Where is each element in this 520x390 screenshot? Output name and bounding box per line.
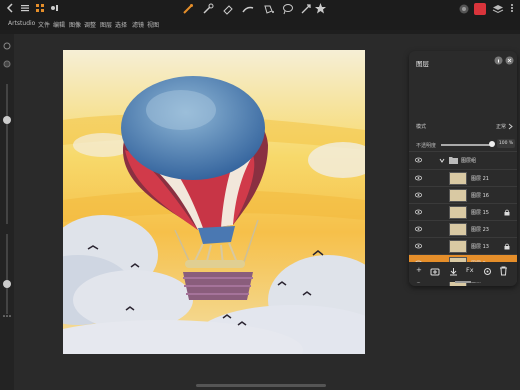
eye-icon[interactable]	[415, 157, 422, 163]
layer-row[interactable]: 图层 13	[409, 237, 517, 254]
eraser-icon[interactable]	[222, 3, 234, 15]
close-icon[interactable]	[505, 56, 514, 65]
layer-thumbnail	[449, 223, 467, 236]
folder-icon	[449, 157, 458, 164]
menu-item[interactable]: 图层	[100, 20, 112, 29]
settings-icon[interactable]	[483, 267, 492, 276]
opacity-slider[interactable]	[6, 234, 8, 314]
home-indicator	[196, 384, 326, 387]
layer-row[interactable]: 图层 15	[409, 203, 517, 220]
layer-group-row[interactable]: 图层组	[409, 151, 517, 168]
menu-item[interactable]: 图像	[69, 20, 81, 29]
eye-icon[interactable]	[415, 175, 422, 181]
adjust-icon[interactable]	[50, 3, 60, 13]
fill-icon[interactable]	[262, 3, 274, 15]
layer-thumbnail	[449, 189, 467, 202]
delete-icon[interactable]	[499, 266, 508, 276]
menu-item[interactable]: Artstudio	[8, 20, 35, 27]
view-icon[interactable]	[3, 60, 11, 68]
eye-icon[interactable]	[415, 192, 422, 198]
opacity-handle[interactable]	[3, 280, 11, 288]
menu-item[interactable]: 文件	[38, 20, 50, 29]
brush-size-handle[interactable]	[3, 116, 11, 124]
menu-item[interactable]: 选择	[115, 20, 127, 29]
layer-row[interactable]: 图层 16	[409, 186, 517, 203]
opacity-label: 不透明度	[416, 143, 437, 149]
layer-name: 图层 23	[471, 227, 489, 233]
layer-row[interactable]: 图层 23	[409, 220, 517, 237]
transform-icon[interactable]	[300, 3, 312, 15]
menu-bar: Artstudio 文件 编辑 图像 调整 图层 选择 滤镜 视图	[0, 18, 330, 30]
menu-item[interactable]: 编辑	[53, 20, 65, 29]
blend-icon[interactable]	[458, 3, 470, 15]
smudge-icon[interactable]	[202, 3, 214, 15]
grid-apps-icon[interactable]	[35, 3, 45, 13]
opacity-slider-handle[interactable]	[489, 141, 495, 147]
menu-item[interactable]: 调整	[84, 20, 96, 29]
more-icon[interactable]	[507, 3, 517, 13]
layers-panel: 图层 模式 正常 不透明度 100 % 图层组 图层 21 图层 16 图层 15 图…	[409, 51, 517, 286]
menu-item[interactable]: 视图	[147, 20, 159, 29]
top-toolbar: Artstudio 文件 编辑 图像 调整 图层 选择 滤镜 视图	[0, 0, 520, 30]
selection-icon[interactable]	[282, 3, 294, 15]
layer-row[interactable]: 图层 21	[409, 169, 517, 186]
layer-thumbnail	[449, 206, 467, 219]
eye-icon[interactable]	[415, 209, 422, 215]
artwork-balloon	[63, 50, 365, 354]
blend-mode-select[interactable]: 正常	[496, 123, 506, 130]
layers-actions-bar: + Fx	[409, 262, 517, 283]
brush-icon[interactable]	[182, 3, 194, 15]
lock-icon[interactable]	[504, 209, 510, 216]
layer-name: 图层 15	[471, 210, 489, 216]
import-icon[interactable]	[449, 267, 458, 276]
chevron-down-icon[interactable]	[439, 158, 445, 163]
snap-icon[interactable]	[3, 42, 11, 50]
fx-button[interactable]: Fx	[466, 266, 474, 274]
panel-resize-handle[interactable]	[455, 281, 471, 283]
smudge2-icon[interactable]	[242, 3, 254, 15]
panel-title: 图层	[416, 60, 429, 68]
layer-group-name: 图层组	[461, 158, 477, 164]
layer-name: 图层 13	[471, 244, 489, 250]
more-icon[interactable]	[3, 314, 11, 318]
lock-icon[interactable]	[504, 243, 510, 250]
layer-name: 图层 16	[471, 193, 489, 199]
menu-item[interactable]: 滤镜	[132, 20, 144, 29]
drawing-canvas[interactable]	[63, 50, 365, 354]
blend-mode-label: 模式	[416, 124, 427, 130]
layer-name: 图层 21	[471, 176, 489, 182]
opacity-slider[interactable]	[441, 144, 491, 146]
back-icon[interactable]	[6, 3, 16, 13]
eye-icon[interactable]	[415, 243, 422, 249]
shape-star-icon[interactable]	[314, 2, 327, 15]
eye-icon[interactable]	[415, 226, 422, 232]
add-group-icon[interactable]	[430, 267, 440, 276]
left-sidebar	[0, 34, 14, 390]
color-swatch[interactable]	[474, 3, 486, 15]
info-icon[interactable]	[494, 56, 503, 65]
menu-icon[interactable]	[20, 3, 30, 13]
add-layer-icon[interactable]: +	[416, 266, 422, 274]
opacity-value[interactable]: 100 %	[497, 139, 515, 148]
layers-icon[interactable]	[492, 3, 504, 15]
layer-thumbnail	[449, 240, 467, 253]
brush-size-slider[interactable]	[6, 84, 8, 224]
chevron-right-icon[interactable]	[508, 123, 513, 130]
layer-thumbnail	[449, 172, 467, 185]
